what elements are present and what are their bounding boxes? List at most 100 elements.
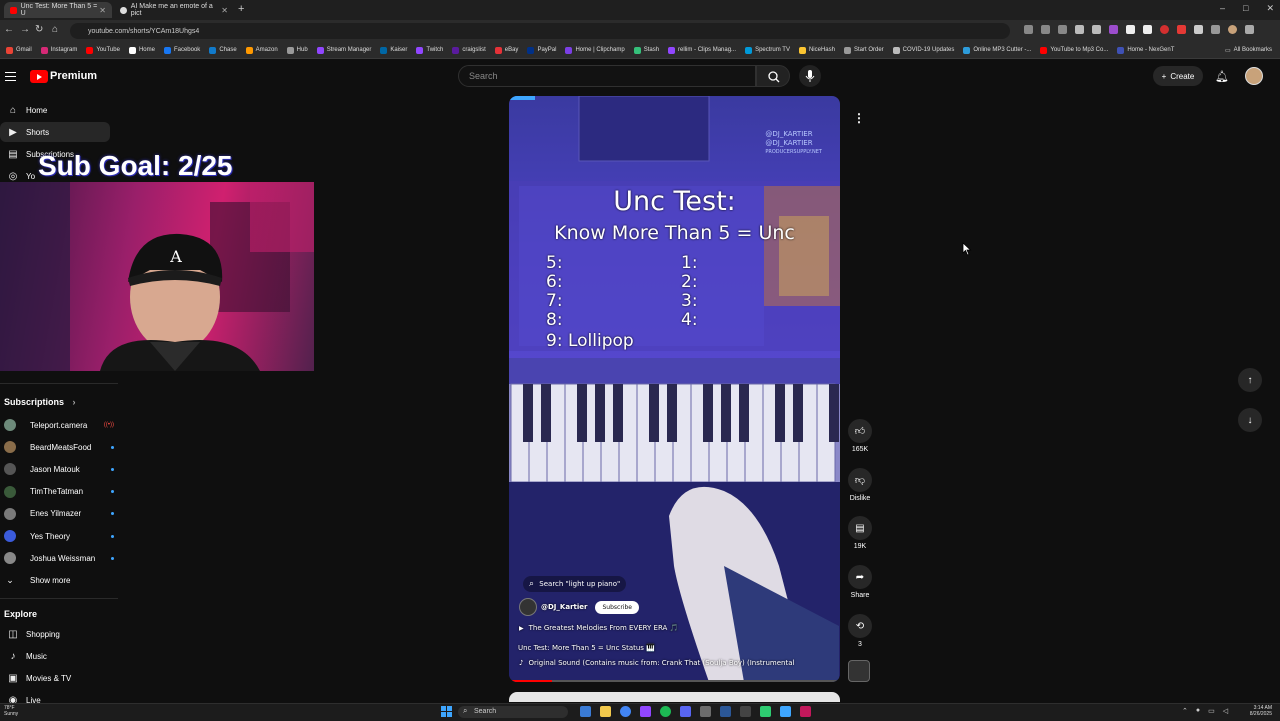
sidebar-item-home[interactable]: ⌂ Home [0, 100, 110, 120]
bookmark-item[interactable]: Kaiser [380, 46, 407, 54]
remix-control[interactable]: ⟲ 3 [846, 614, 874, 648]
thumbs-up-icon[interactable]: 👍︎ [848, 419, 872, 443]
voice-search-button[interactable] [799, 65, 821, 87]
share-icon[interactable]: ➦ [848, 565, 872, 589]
maximize-icon[interactable]: □ [1243, 3, 1248, 14]
bookmark-item[interactable]: Online MP3 Cutter -... [963, 46, 1031, 54]
explore-item[interactable]: ◫ Shopping [0, 624, 110, 644]
clock[interactable]: 3:14 AM 8/26/2025 [1240, 705, 1272, 717]
explore-item[interactable]: ♪ Music [0, 646, 110, 666]
account-avatar[interactable] [1245, 67, 1263, 85]
comments-control[interactable]: ▤ 19K [846, 516, 874, 550]
share-control[interactable]: ➦ Share [846, 565, 874, 599]
subscription-item[interactable]: TimTheTatman [4, 483, 114, 501]
comment-icon[interactable]: ▤ [848, 516, 872, 540]
discord-icon[interactable] [680, 706, 691, 717]
bookmark-item[interactable]: Home | Clipchamp [565, 46, 625, 54]
weather-widget[interactable]: 78°F Sunny [4, 705, 18, 717]
app-icon[interactable] [800, 706, 811, 717]
bookmark-item[interactable]: Stash [633, 46, 659, 54]
dislike-control[interactable]: 👎︎ Dislike [846, 468, 874, 502]
bookmark-item[interactable]: PayPal [527, 46, 556, 54]
subscription-item[interactable]: Enes Yilmazer [4, 505, 114, 523]
reload-icon[interactable]: ↻ [35, 24, 43, 35]
subscription-item[interactable]: Joshua Weissman [4, 549, 114, 567]
channel-name[interactable]: @DJ_Kartier [541, 603, 587, 611]
chevron-up-icon[interactable]: ⌃ [1182, 707, 1188, 715]
app-icon[interactable] [740, 706, 751, 717]
sidebar-item-shorts[interactable]: ▶ Shorts [0, 122, 110, 142]
app-icon[interactable] [720, 706, 731, 717]
extension-icon[interactable] [1143, 25, 1152, 34]
subscription-item[interactable]: Yes Theory [4, 527, 114, 545]
previous-short-button[interactable]: ↑ [1238, 368, 1262, 392]
tab-active[interactable]: Unc Test: More Than 5 = U ✕ [4, 2, 112, 18]
cast-icon[interactable] [1024, 25, 1033, 34]
sound-link[interactable]: ♪ Original Sound (Contains music from: C… [519, 659, 794, 667]
windows-start-icon[interactable] [441, 706, 452, 717]
bookmark-item[interactable]: NiceHash [798, 46, 835, 54]
explore-item[interactable]: ▣ Movies & TV [0, 668, 110, 688]
subscriptions-header[interactable]: Subscriptions › [4, 397, 76, 407]
file-explorer-icon[interactable] [600, 706, 611, 717]
subscription-item[interactable]: Teleport.camera ((•)) [4, 416, 114, 434]
hamburger-menu-icon[interactable] [5, 72, 16, 84]
close-tab-icon[interactable]: ✕ [99, 6, 106, 15]
taskbar-search[interactable]: Search [458, 706, 568, 718]
puzzle-icon[interactable] [1194, 25, 1203, 34]
next-short-button[interactable]: ↓ [1238, 408, 1262, 432]
pdf-extension-icon[interactable] [1177, 25, 1186, 34]
search-input[interactable]: Search [458, 65, 756, 87]
bookmark-item[interactable]: Spectrum TV [745, 46, 790, 54]
url-field[interactable]: youtube.com/shorts/YCAm18Uhgs4 [70, 23, 1010, 39]
bookmark-item[interactable]: Chase [209, 46, 237, 54]
bookmark-item[interactable]: Home [128, 46, 155, 54]
all-bookmarks[interactable]: ▭ All Bookmarks [1225, 47, 1272, 54]
bookmark-item[interactable]: Stream Manager [316, 46, 371, 54]
new-tab-icon[interactable]: + [238, 3, 244, 15]
search-button[interactable] [756, 65, 790, 87]
menu-icon[interactable] [1245, 25, 1254, 34]
bookmark-item[interactable]: Start Order [843, 46, 884, 54]
profile-icon[interactable] [1228, 25, 1237, 34]
subscription-item[interactable]: Jason Matouk [4, 460, 114, 478]
bookmark-item[interactable]: Twitch [416, 46, 443, 54]
bookmark-item[interactable]: rellim - Clips Manag... [668, 46, 736, 54]
notifications-bell-icon[interactable]: 🔔︎ [1215, 70, 1229, 83]
subscription-item[interactable]: BeardMeatsFood [4, 438, 114, 456]
minimize-icon[interactable]: – [1220, 3, 1225, 14]
sidebar-icon[interactable] [1211, 25, 1220, 34]
extension-icon[interactable] [1109, 25, 1118, 34]
bookmark-item[interactable]: eBay [494, 46, 518, 54]
spotify-icon[interactable] [660, 706, 671, 717]
bookmark-item[interactable]: COVID-19 Updates [892, 46, 954, 54]
like-control[interactable]: 👍︎ 165K [846, 419, 874, 453]
extension-icon[interactable] [1160, 25, 1169, 34]
star-icon[interactable] [1058, 25, 1067, 34]
bookmark-item[interactable]: Instagram [40, 46, 77, 54]
youtube-premium-label[interactable]: Premium [50, 70, 97, 82]
back-icon[interactable]: ← [4, 24, 14, 35]
subscribe-button[interactable]: Subscribe [595, 600, 639, 614]
remix-icon[interactable]: ⟲ [848, 614, 872, 638]
microphone-icon[interactable]: ● [1196, 707, 1200, 715]
youtube-logo-icon[interactable] [30, 70, 48, 83]
shorts-video-player[interactable]: @DJ_KARTIER @DJ_KARTIER PRODUCERSUPPLY.N… [509, 96, 840, 682]
task-view-icon[interactable] [580, 706, 591, 717]
network-icon[interactable]: ▭ [1208, 707, 1215, 715]
bookmark-item[interactable]: YouTube to Mp3 Co... [1040, 46, 1108, 54]
close-tab-icon[interactable]: ✕ [221, 6, 228, 15]
next-short-preview[interactable] [509, 692, 840, 702]
extension-icon[interactable] [1126, 25, 1135, 34]
bookmark-item[interactable]: craigslist [452, 46, 486, 54]
close-window-icon[interactable]: ✕ [1266, 3, 1274, 14]
bookmark-item[interactable]: Hub [286, 46, 308, 54]
app-icon[interactable] [760, 706, 771, 717]
forward-icon[interactable]: → [20, 24, 30, 35]
channel-avatar[interactable] [519, 598, 537, 616]
app-icon[interactable] [700, 706, 711, 717]
zoom-icon[interactable] [1041, 25, 1050, 34]
create-button[interactable]: + Create [1153, 66, 1203, 86]
twitch-icon[interactable] [640, 706, 651, 717]
app-icon[interactable] [780, 706, 791, 717]
